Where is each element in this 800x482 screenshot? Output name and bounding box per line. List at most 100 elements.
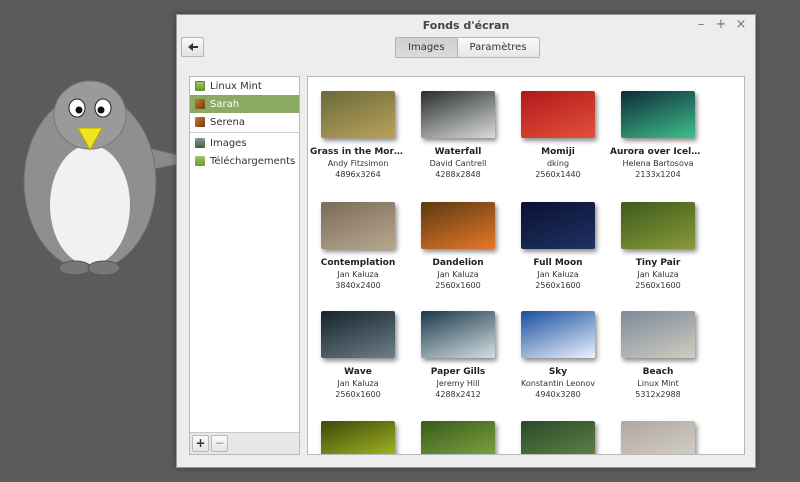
wallpaper-title: Contemplation [320,258,396,268]
wallpaper-title: Full Moon [533,258,583,268]
tab-images[interactable]: Images [395,37,458,58]
wallpaper-window: Fonds d'écran – + × Images Paramètres Li… [176,14,756,468]
wallpaper-set-icon [195,117,205,127]
penguin-mascot [23,80,198,276]
wallpaper-thumbnail [621,202,695,249]
wallpaper-title: Wave [344,367,372,377]
wallpaper-resolution: 2560x1600 [335,390,381,399]
wallpaper-title: Dandelion [432,258,484,268]
wallpaper-title: Beach [642,367,674,377]
sidebar-item-label: Sarah [210,98,240,110]
pictures-folder-icon [195,138,205,148]
wallpaper-item[interactable]: Wave Jan Kaluza 2560x1600 [310,311,406,399]
sidebar-item-images[interactable]: Images [190,134,299,152]
wallpaper-thumbnail [521,91,595,138]
wallpaper-author: Andy Fitzsimon [327,159,389,168]
window-title: Fonds d'écran [422,19,510,32]
wallpaper-thumbnail [321,202,395,249]
wallpaper-resolution: 4288x2412 [435,390,481,399]
wallpaper-resolution: 5312x2988 [635,390,681,399]
sidebar-divider [190,132,299,133]
wallpaper-resolution: 4288x2848 [435,170,481,179]
wallpaper-thumbnail [521,421,595,454]
wallpaper-resolution: 2560x1440 [535,170,581,179]
downloads-folder-icon [195,156,205,166]
wallpaper-title: Momiji [541,147,575,157]
wallpaper-item[interactable] [410,421,506,454]
wallpaper-author: Linux Mint [637,379,679,388]
sidebar-item-sarah[interactable]: Sarah [190,95,299,113]
wallpaper-thumbnail [421,311,495,358]
wallpaper-item[interactable]: Grass in the Morn… Andy Fitzsimon 4896x326… [310,91,406,179]
wallpaper-item[interactable] [610,421,706,454]
wallpaper-resolution: 4896x3264 [335,170,381,179]
wallpaper-title: Tiny Pair [635,258,681,268]
window-controls: – + × [695,17,747,32]
sidebar-item-label: Linux Mint [210,80,262,92]
wallpaper-author: David Cantrell [429,159,487,168]
wallpaper-thumbnail [621,421,695,454]
wallpaper-item[interactable]: Paper Gills Jeremy Hill 4288x2412 [410,311,506,399]
wallpaper-author: Helena Bartosova [622,159,694,168]
wallpaper-thumbnail [421,91,495,138]
wallpaper-resolution: 2560x1600 [635,281,681,290]
wallpaper-item[interactable] [310,421,406,454]
wallpaper-author: Konstantin Leonov [521,379,595,388]
wallpaper-item[interactable] [510,421,606,454]
wallpaper-title: Waterfall [434,147,482,157]
close-button[interactable]: × [735,17,747,32]
sidebar-item-linux-mint[interactable]: Linux Mint [190,77,299,95]
wallpaper-thumbnail [421,202,495,249]
wallpaper-title: Paper Gills [430,367,486,377]
wallpaper-item[interactable]: Full Moon Jan Kaluza 2560x1600 [510,202,606,290]
wallpaper-thumbnail [321,91,395,138]
wallpaper-author: Jan Kaluza [337,379,379,388]
view-switcher: Images Paramètres [395,37,540,58]
arrow-left-icon [187,43,198,51]
wallpaper-thumbnail [521,202,595,249]
sidebar-item-label: Serena [210,116,246,128]
wallpaper-item[interactable]: Tiny Pair Jan Kaluza 2560x1600 [610,202,706,290]
sidebar-item-serena[interactable]: Serena [190,113,299,131]
sidebar: Linux Mint Sarah Serena Images Télécharg… [189,76,300,455]
wallpaper-resolution: 2133x1204 [635,170,681,179]
wallpaper-thumbnail [621,91,695,138]
minimize-button[interactable]: – [695,17,707,32]
wallpaper-thumbnail [521,311,595,358]
wallpaper-author: Jan Kaluza [437,270,479,279]
wallpaper-title: Aurora over Icela… [610,147,706,157]
wallpaper-grid: Grass in the Morn… Andy Fitzsimon 4896x326… [307,76,745,455]
sidebar-toolbar: + − [190,432,299,454]
tab-parametres[interactable]: Paramètres [457,37,540,58]
wallpaper-author: Jan Kaluza [637,270,679,279]
wallpaper-item[interactable]: Waterfall David Cantrell 4288x2848 [410,91,506,179]
wallpaper-author: Jan Kaluza [337,270,379,279]
remove-folder-button[interactable]: − [211,435,228,452]
wallpaper-item[interactable]: Contemplation Jan Kaluza 3840x2400 [310,202,406,290]
wallpaper-resolution: 2560x1600 [535,281,581,290]
wallpaper-thumbnail [321,311,395,358]
add-folder-button[interactable]: + [192,435,209,452]
wallpaper-item[interactable]: Beach Linux Mint 5312x2988 [610,311,706,399]
wallpaper-set-icon [195,99,205,109]
mint-folder-icon [195,81,205,91]
wallpaper-resolution: 2560x1600 [435,281,481,290]
wallpaper-item[interactable]: Sky Konstantin Leonov 4940x3280 [510,311,606,399]
wallpaper-thumbnail [621,311,695,358]
back-button[interactable] [181,37,204,57]
wallpaper-title: Grass in the Morn… [310,147,406,157]
wallpaper-resolution: 3840x2400 [335,281,381,290]
wallpaper-thumbnail [321,421,395,454]
maximize-button[interactable]: + [715,17,727,32]
wallpaper-thumbnail [421,421,495,454]
wallpaper-item[interactable]: Aurora over Icela… Helena Bartosova 2133x1… [610,91,706,179]
wallpaper-author: dking [546,159,570,168]
wallpaper-item[interactable]: Momiji dking 2560x1440 [510,91,606,179]
wallpaper-resolution: 4940x3280 [535,390,581,399]
sidebar-item-telechargements[interactable]: Téléchargements [190,152,299,170]
wallpaper-title: Sky [548,367,568,377]
wallpaper-author: Jeremy Hill [436,379,480,388]
sidebar-item-label: Images [210,137,247,149]
wallpaper-item[interactable]: Dandelion Jan Kaluza 2560x1600 [410,202,506,290]
wallpaper-author: Jan Kaluza [537,270,579,279]
